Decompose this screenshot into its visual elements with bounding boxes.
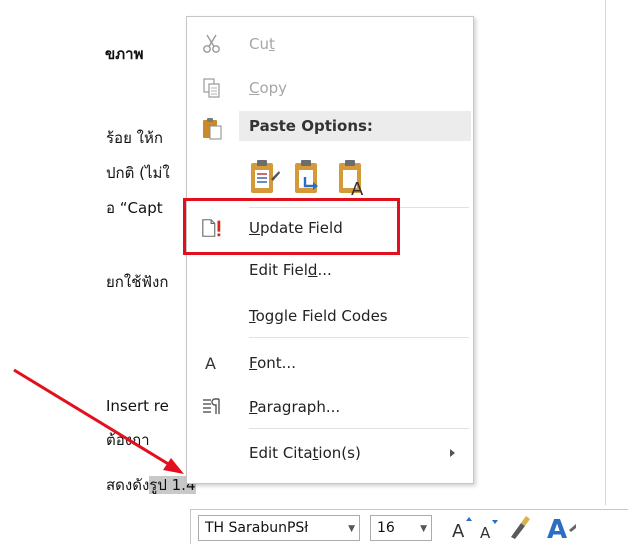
mini-toolbar: TH SarabunPSł ▼ 16 ▼ A A A (190, 509, 628, 544)
dropdown-arrow-icon: ▼ (420, 524, 427, 534)
format-painter-icon[interactable] (507, 515, 531, 544)
grow-font-icon[interactable]: A (451, 516, 473, 544)
dropdown-arrow-icon: ▼ (348, 524, 355, 534)
styles-icon[interactable]: A (547, 512, 577, 544)
svg-text:A: A (452, 521, 465, 540)
font-name-value: TH SarabunPSł (205, 520, 309, 536)
font-name-select[interactable]: TH SarabunPSł ▼ (198, 515, 360, 541)
shrink-font-icon[interactable]: A (479, 518, 501, 544)
font-size-select[interactable]: 16 ▼ (370, 515, 432, 541)
svg-text:A: A (480, 524, 491, 540)
annotation-arrow-icon (13, 368, 184, 474)
font-size-value: 16 (377, 520, 395, 536)
svg-text:A: A (547, 515, 567, 542)
